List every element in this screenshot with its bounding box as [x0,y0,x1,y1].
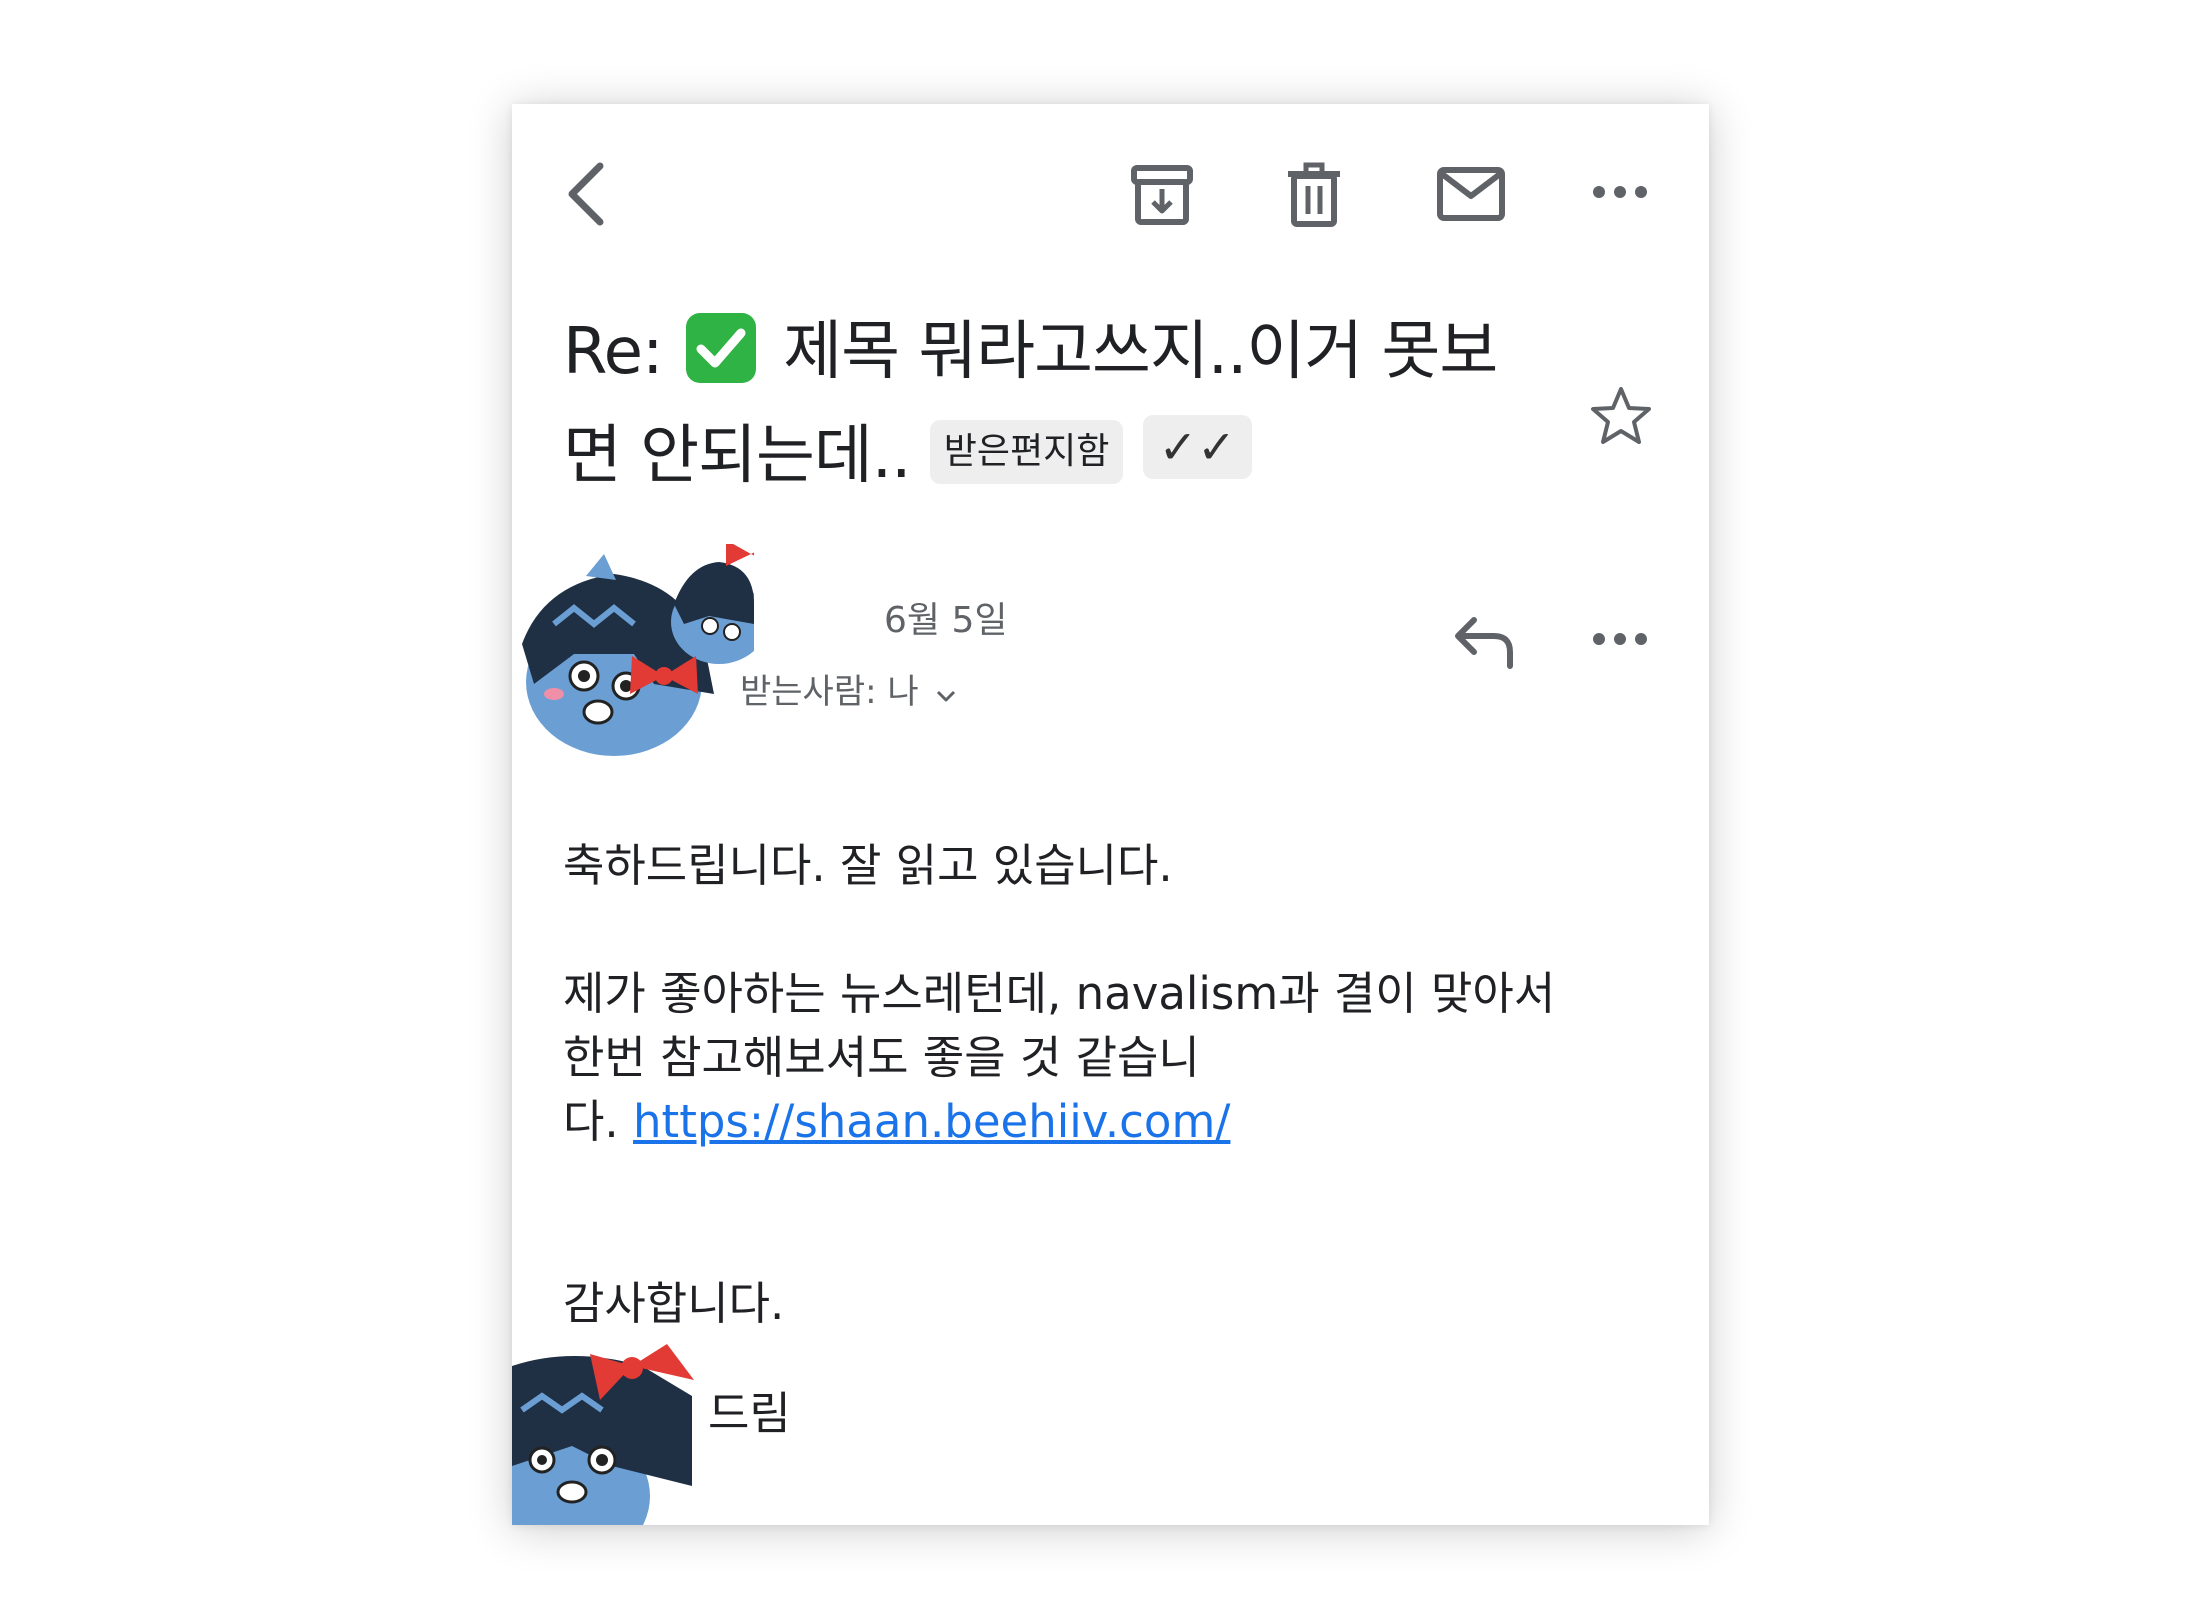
chevron-down-icon[interactable] [935,689,957,703]
email-subject: Re: 제목 뭐라고쓰지..이거 못보 면 안되는데.. 받은편지함 ✓✓ [563,300,1573,508]
body-line-1: 축하드립니다. 잘 읽고 있습니다. [563,839,1173,892]
email-date: 6월 5일 [884,600,1008,641]
body-signature: 드림 [708,1387,791,1440]
mail-icon[interactable] [1436,166,1506,222]
chevron-left-icon[interactable] [556,154,616,234]
sticker-image [512,1344,694,1525]
recipient-label: 받는사람: 나 [740,672,919,712]
subject-line-2: 면 안되는데.. [563,419,911,493]
more-horizontal-icon[interactable] [1590,180,1650,204]
message-more-icon[interactable] [1590,627,1650,651]
reply-icon[interactable] [1452,614,1516,670]
body-line-3: 한번 참고해보셔도 좋을 것 같습니 [563,1031,1200,1084]
trash-icon[interactable] [1284,162,1344,228]
body-line-4: 다. https://shaan.beehiiv.com/ [563,1090,1230,1154]
star-outline-icon[interactable] [1589,385,1653,447]
email-view: Re: 제목 뭐라고쓰지..이거 못보 면 안되는데.. 받은편지함 ✓✓ 6월… [512,104,1709,1525]
archive-icon[interactable] [1129,162,1195,228]
recipient-line[interactable]: 받는사람: 나 [740,664,957,713]
subject-prefix: Re: [563,315,664,389]
body-line-2: 제가 좋아하는 뉴스레턴데, navalism과 결이 맞아서 [563,967,1556,1020]
newsletter-link[interactable]: https://shaan.beehiiv.com/ [633,1095,1230,1148]
label-checks-chip[interactable]: ✓✓ [1142,415,1252,479]
sender-avatar[interactable] [514,544,754,759]
label-inbox-chip[interactable]: 받은편지함 [929,420,1124,484]
check-mark-emoji-icon [685,313,756,383]
body-line-4-prefix: 다. [563,1095,619,1148]
subject-line-1: 제목 뭐라고쓰지..이거 못보 [783,315,1498,389]
